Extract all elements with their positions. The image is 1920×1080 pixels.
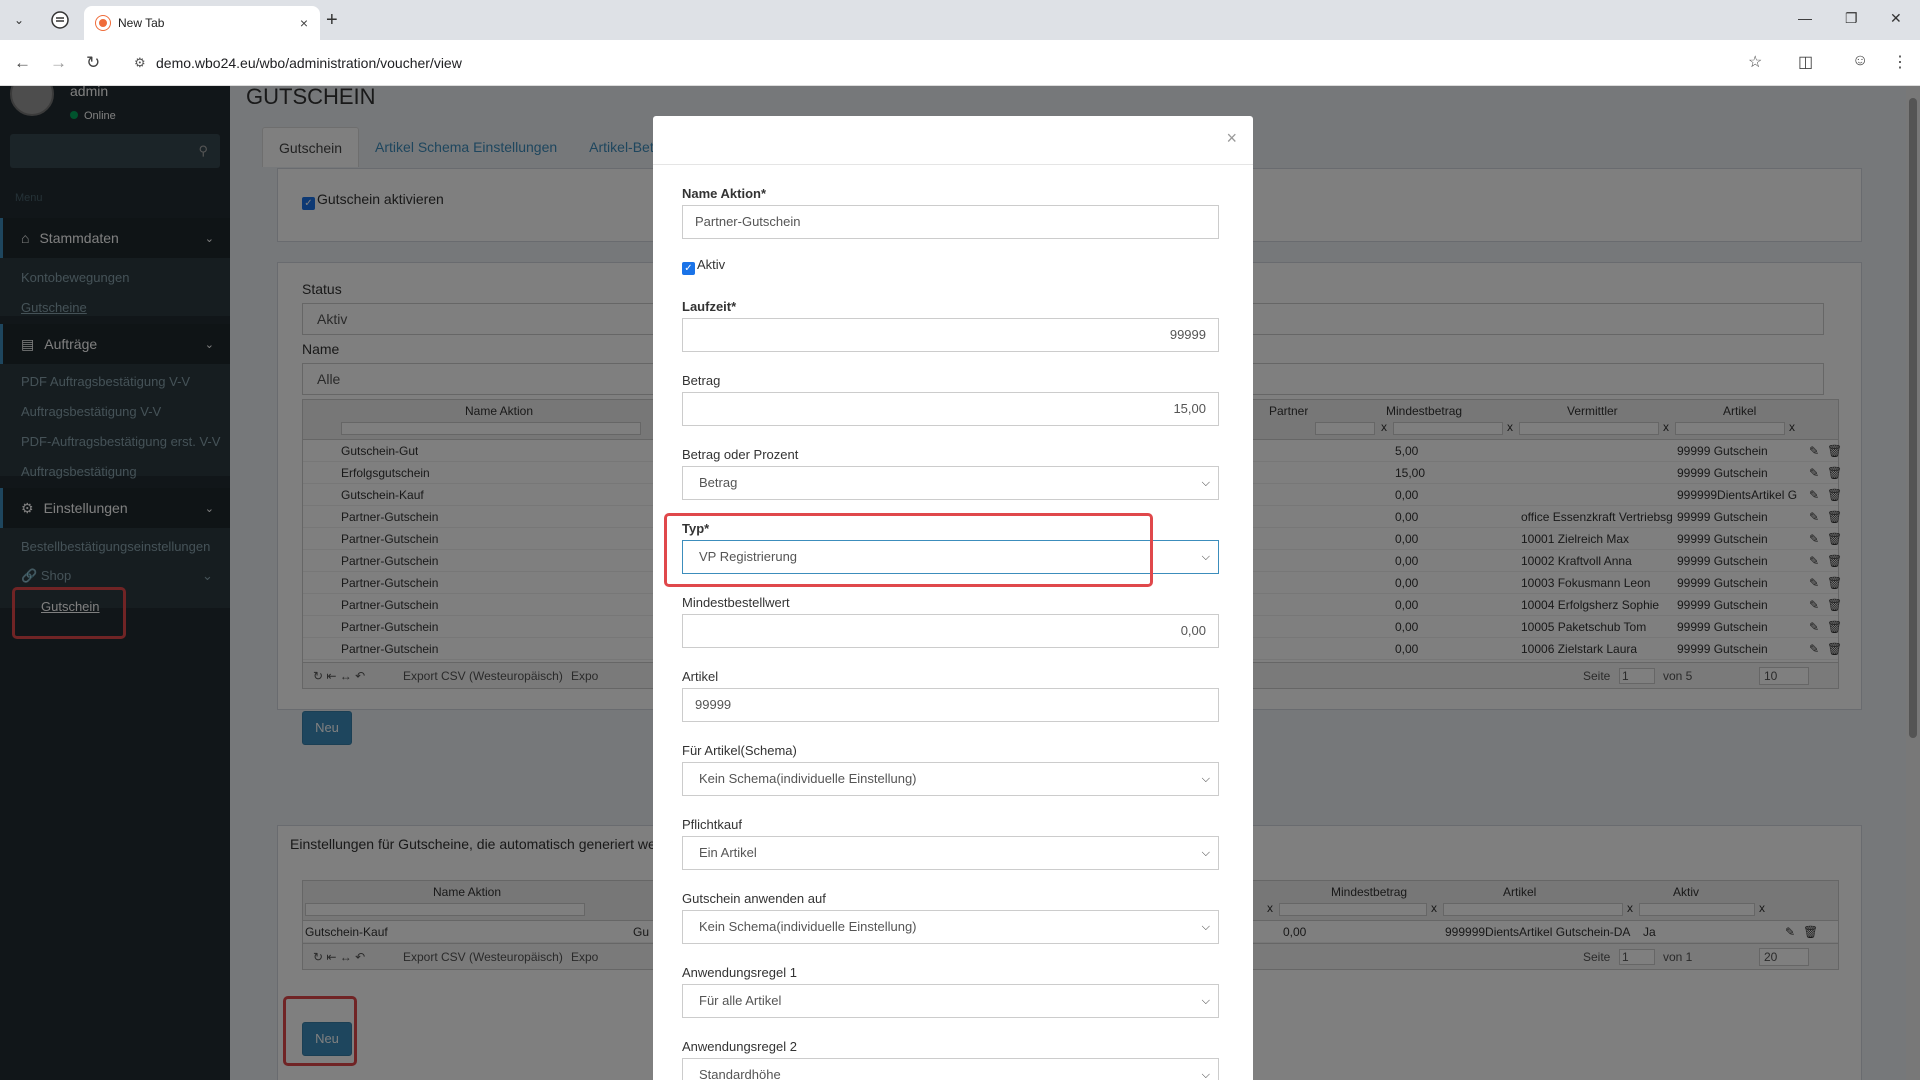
page: admin Online ⚲ Menu ⌂ Stammdaten ⌄ Konto… xyxy=(0,86,1920,1080)
select-value: Für alle Artikel xyxy=(699,993,782,1008)
laufzeit-input[interactable]: 99999 xyxy=(682,318,1219,352)
new-tab-button[interactable]: + xyxy=(326,10,338,30)
select-value: Ein Artikel xyxy=(699,845,757,860)
chevron-down-icon: ⌵ xyxy=(1201,921,1210,933)
voucher-edit-modal: × Name Aktion* Partner-Gutschein ✓ Aktiv … xyxy=(653,116,1253,1080)
checkbox-checked-icon[interactable]: ✓ xyxy=(682,262,695,275)
select-value: Betrag xyxy=(699,475,738,490)
artikel-input[interactable]: 99999 xyxy=(682,688,1219,722)
tab-title: New Tab xyxy=(118,16,165,30)
regel1-label: Anwendungsregel 1 xyxy=(682,965,797,980)
anwenden-label: Gutschein anwenden auf xyxy=(682,891,826,906)
artikel-label: Artikel xyxy=(682,669,719,684)
schema-select[interactable]: Kein Schema(individuelle Einstellung) ⌵ xyxy=(682,762,1219,796)
minimize-icon[interactable]: — xyxy=(1798,10,1812,26)
chevron-down-icon: ⌵ xyxy=(1201,477,1210,489)
aktiv-checkbox[interactable]: ✓ Aktiv xyxy=(682,257,725,275)
reload-icon[interactable]: ↻ xyxy=(86,53,100,73)
modal-header-divider xyxy=(653,164,1253,165)
pflichtkauf-select[interactable]: Ein Artikel ⌵ xyxy=(682,836,1219,870)
select-value: Standardhöhe xyxy=(699,1067,781,1080)
chevron-down-icon: ⌵ xyxy=(1201,551,1210,563)
name-aktion-input[interactable]: Partner-Gutschein xyxy=(682,205,1219,239)
browser-tab-bar: ⌄ New Tab × + — ❐ ✕ xyxy=(0,0,1920,40)
pinned-tab[interactable] xyxy=(40,6,80,34)
regel1-select[interactable]: Für alle Artikel ⌵ xyxy=(682,984,1219,1018)
chevron-down-icon: ⌵ xyxy=(1201,773,1210,785)
chevron-down-icon: ⌵ xyxy=(1201,847,1210,859)
select-value: Kein Schema(individuelle Einstellung) xyxy=(699,919,917,934)
profile-icon[interactable]: ☺ xyxy=(1852,52,1868,70)
anwenden-select[interactable]: Kein Schema(individuelle Einstellung) ⌵ xyxy=(682,910,1219,944)
tab-favicon-icon xyxy=(96,16,110,30)
highlight-box xyxy=(664,513,1153,587)
laufzeit-label: Laufzeit* xyxy=(682,299,737,314)
url-bar[interactable]: ⚙ demo.wbo24.eu/wbo/administration/vouch… xyxy=(126,47,1776,79)
url-text: demo.wbo24.eu/wbo/administration/voucher… xyxy=(156,55,462,71)
tab-search-icon[interactable]: ⌄ xyxy=(8,9,30,31)
regel2-select[interactable]: Standardhöhe ⌵ xyxy=(682,1058,1219,1080)
forward-icon[interactable]: → xyxy=(50,53,67,73)
modal-close-icon[interactable]: × xyxy=(1226,128,1237,149)
restore-icon[interactable]: ❐ xyxy=(1845,10,1858,27)
tab-close-icon[interactable]: × xyxy=(300,15,308,31)
schema-label: Für Artikel(Schema) xyxy=(682,743,797,758)
name-aktion-label: Name Aktion* xyxy=(682,186,767,201)
extensions-icon[interactable]: ◫ xyxy=(1798,52,1813,72)
select-value: Kein Schema(individuelle Einstellung) xyxy=(699,771,917,786)
betrag-input[interactable]: 15,00 xyxy=(682,392,1219,426)
betrag-prozent-label: Betrag oder Prozent xyxy=(682,447,799,462)
betrag-label: Betrag xyxy=(682,373,721,388)
betrag-prozent-select[interactable]: Betrag ⌵ xyxy=(682,466,1219,500)
chevron-down-icon: ⌵ xyxy=(1201,1069,1210,1080)
browser-tab[interactable]: New Tab × xyxy=(84,6,320,40)
aktiv-label: Aktiv xyxy=(697,257,726,272)
site-info-icon[interactable]: ⚙ xyxy=(134,55,146,71)
address-bar-row: ← → ↻ ⚙ demo.wbo24.eu/wbo/administration… xyxy=(0,40,1920,86)
pinned-tab-icon xyxy=(51,11,69,29)
back-icon[interactable]: ← xyxy=(14,53,31,73)
chevron-down-icon: ⌵ xyxy=(1201,995,1210,1007)
bookmark-star-icon[interactable]: ☆ xyxy=(1748,52,1762,72)
window-close-icon[interactable]: ✕ xyxy=(1890,10,1902,27)
mindestbestellwert-input[interactable]: 0,00 xyxy=(682,614,1219,648)
menu-kebab-icon[interactable]: ⋮ xyxy=(1892,52,1908,72)
mindestbestellwert-label: Mindestbestellwert xyxy=(682,595,790,610)
pflichtkauf-label: Pflichtkauf xyxy=(682,817,742,832)
regel2-label: Anwendungsregel 2 xyxy=(682,1039,797,1054)
